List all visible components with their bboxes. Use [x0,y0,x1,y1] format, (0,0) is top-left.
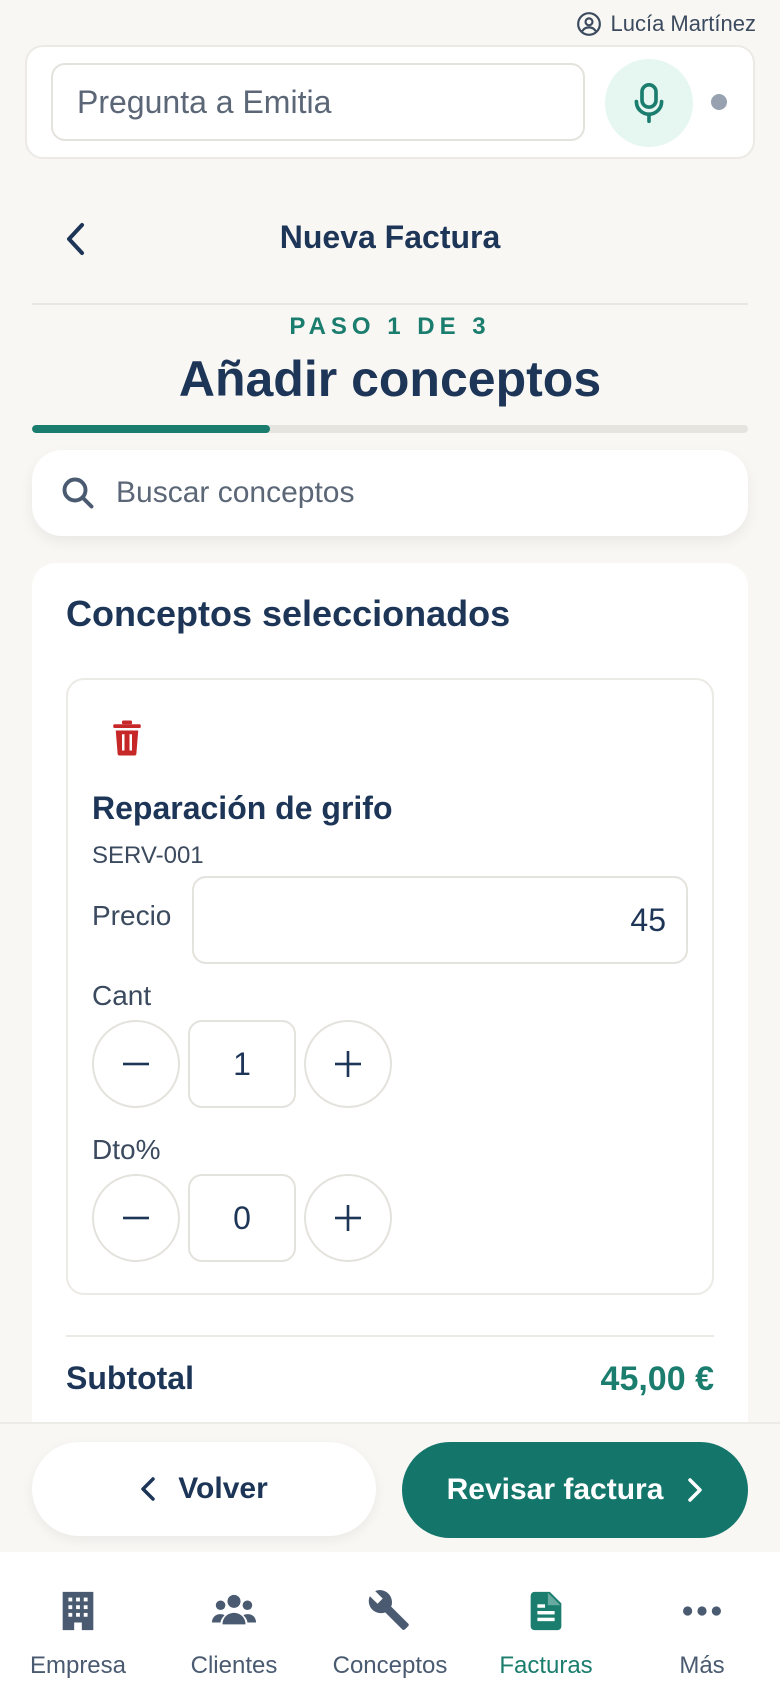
page-header: Nueva Factura [32,195,748,305]
tab-clientes[interactable]: Clientes [156,1552,312,1688]
document-icon [530,1591,562,1631]
quantity-input[interactable]: 1 [188,1020,296,1108]
plus-icon [335,1205,361,1231]
progress-fill [32,425,271,433]
divider [66,1335,714,1337]
tab-empresa[interactable]: Empresa [0,1552,156,1688]
more-dots-icon [683,1606,721,1616]
review-invoice-label: Revisar factura [446,1473,664,1506]
user-account[interactable]: Lucía Martínez [576,8,756,40]
back-action-label: Volver [178,1472,268,1505]
action-bar: Volver Revisar factura [0,1422,780,1552]
chevron-left-icon [141,1477,155,1501]
panel-title: Conceptos seleccionados [66,593,511,634]
tab-label: Conceptos [332,1652,448,1679]
quantity-increment-button[interactable] [304,1020,392,1108]
building-icon [62,1591,94,1631]
review-invoice-button[interactable]: Revisar factura [402,1442,748,1538]
search-icon [62,477,94,509]
delete-button[interactable] [112,720,148,760]
quantity-decrement-button[interactable] [92,1020,180,1108]
back-action-button[interactable]: Volver [32,1442,376,1536]
tab-label: Facturas [499,1652,593,1679]
search-placeholder: Buscar conceptos [116,476,355,509]
tab-label: Más [679,1652,725,1679]
discount-decrement-button[interactable] [92,1174,180,1262]
status-dot [711,94,727,110]
assistant-input[interactable]: Pregunta a Emitia [51,63,585,141]
user-name: Lucía Martínez [610,11,756,36]
tab-mas[interactable]: Más [624,1552,780,1688]
subtotal-value: 45,00 € [600,1360,714,1398]
microphone-icon [634,82,664,124]
user-circle-icon [577,12,602,36]
price-label: Precio [92,900,172,931]
plus-icon [335,1051,361,1077]
assistant-bar: Pregunta a Emitia [25,45,755,159]
quantity-label: Cant [92,980,152,1011]
discount-label: Dto% [92,1134,161,1165]
tab-conceptos[interactable]: Conceptos [312,1552,468,1688]
wrench-icon [368,1590,409,1630]
bottom-tab-bar: Empresa Clientes Conceptos Facturas Más [0,1552,780,1688]
trash-icon [113,720,141,756]
tab-label: Clientes [190,1652,278,1679]
concept-card: Reparación de grifo SERV-001 Precio 45 C… [66,678,714,1295]
tab-facturas[interactable]: Facturas [468,1552,624,1688]
minus-icon [123,1062,149,1066]
minus-icon [123,1216,149,1220]
discount-increment-button[interactable] [304,1174,392,1262]
subtotal-label: Subtotal [66,1360,194,1396]
discount-input[interactable]: 0 [188,1174,296,1262]
chevron-right-icon [688,1478,703,1502]
concept-name: Reparación de grifo [92,790,393,826]
concept-code: SERV-001 [92,842,204,869]
microphone-button[interactable] [605,59,693,147]
search-input[interactable]: Buscar conceptos [32,450,748,536]
people-icon [211,1594,257,1625]
progress-bar [32,425,748,433]
step-label: PASO 1 DE 3 [289,313,491,340]
price-input[interactable]: 45 [192,876,688,964]
step-title: Añadir conceptos [178,351,602,407]
page-title: Nueva Factura [279,219,501,255]
tab-label: Empresa [29,1652,127,1679]
selected-concepts-panel: Conceptos seleccionados Reparación de gr… [32,563,748,1463]
